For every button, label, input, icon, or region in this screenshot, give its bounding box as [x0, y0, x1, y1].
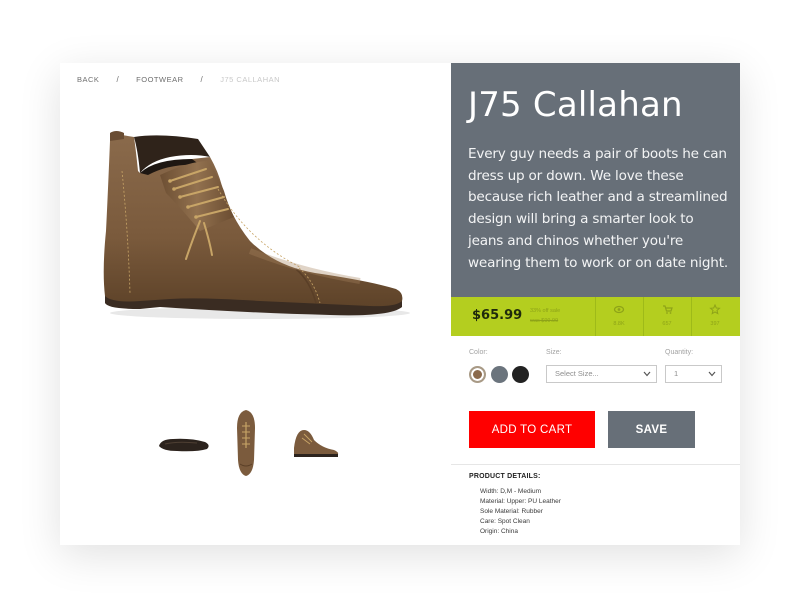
product-card: BACK / FOOTWEAR / J75 CALLAHAN J75 Calla…: [60, 63, 740, 545]
cart-stat[interactable]: 657: [643, 304, 691, 327]
color-swatch-black[interactable]: [512, 366, 529, 383]
size-select-value: Select Size...: [555, 369, 599, 378]
detail-item: Width: D,M - Medium: [480, 488, 542, 495]
product-price: $65.99: [472, 308, 523, 323]
quantity-select-value: 1: [674, 369, 679, 378]
add-to-cart-button[interactable]: ADD TO CART: [469, 411, 595, 448]
product-hero: J75 Callahan Every guy needs a pair of b…: [451, 63, 740, 297]
views-count: 8.8K: [613, 321, 625, 327]
favorites-count: 397: [710, 321, 720, 327]
cart-count: 657: [662, 321, 672, 327]
eye-icon: [613, 305, 625, 314]
breadcrumb-separator: /: [200, 75, 204, 84]
price-bar: $65.99 33% off sale was $99.99 8.8K 657 …: [451, 297, 740, 336]
product-details: PRODUCT DETAILS: Width: D,M - Medium Mat…: [451, 464, 740, 545]
color-swatch-gray[interactable]: [491, 366, 508, 383]
breadcrumb-current: J75 CALLAHAN: [220, 75, 281, 84]
breadcrumb: BACK / FOOTWEAR / J75 CALLAHAN: [77, 75, 280, 84]
detail-item: Origin: China: [480, 528, 518, 535]
details-title: PRODUCT DETAILS:: [469, 473, 541, 480]
discount-info: 33% off sale was $99.99: [530, 306, 560, 326]
quantity-label: Quantity:: [665, 349, 694, 356]
save-button[interactable]: SAVE: [608, 411, 695, 448]
product-info-panel: J75 Callahan Every guy needs a pair of b…: [451, 63, 740, 545]
original-price: was $99.99: [530, 318, 559, 324]
size-select[interactable]: Select Size...: [546, 365, 657, 383]
views-stat[interactable]: 8.8K: [595, 304, 643, 327]
main-product-image: [103, 131, 410, 319]
breadcrumb-separator: /: [116, 75, 120, 84]
detail-item: Care: Spot Clean: [480, 518, 530, 525]
thumbnail-angle-view[interactable]: [292, 426, 340, 460]
product-title: J75 Callahan: [468, 85, 683, 125]
star-icon: [709, 304, 721, 315]
thumbnail-sole-view[interactable]: [157, 436, 211, 454]
color-label: Color:: [469, 349, 488, 356]
thumbnail-top-view[interactable]: [235, 408, 257, 478]
product-description: Every guy needs a pair of boots he can d…: [468, 146, 728, 271]
detail-item: Sole Material: Rubber: [480, 508, 543, 515]
chevron-down-icon: [643, 371, 651, 377]
color-swatch-tan[interactable]: [469, 366, 486, 383]
details-list: Width: D,M - Medium Material: Upper: PU …: [480, 487, 561, 537]
product-options: Color: Size: Select Size... Quantity: 1 …: [451, 336, 740, 464]
detail-item: Material: Upper: PU Leather: [480, 498, 561, 505]
breadcrumb-back-link[interactable]: BACK: [77, 75, 99, 84]
favorites-stat[interactable]: 397: [691, 304, 739, 327]
size-label: Size:: [546, 349, 562, 356]
product-gallery: BACK / FOOTWEAR / J75 CALLAHAN: [60, 63, 451, 545]
cart-icon: [663, 305, 673, 314]
quantity-select[interactable]: 1: [665, 365, 722, 383]
breadcrumb-footwear-link[interactable]: FOOTWEAR: [136, 75, 183, 84]
thumbnail-strip: [157, 408, 347, 478]
chevron-down-icon: [708, 371, 716, 377]
discount-text: 33% off sale: [530, 308, 561, 314]
